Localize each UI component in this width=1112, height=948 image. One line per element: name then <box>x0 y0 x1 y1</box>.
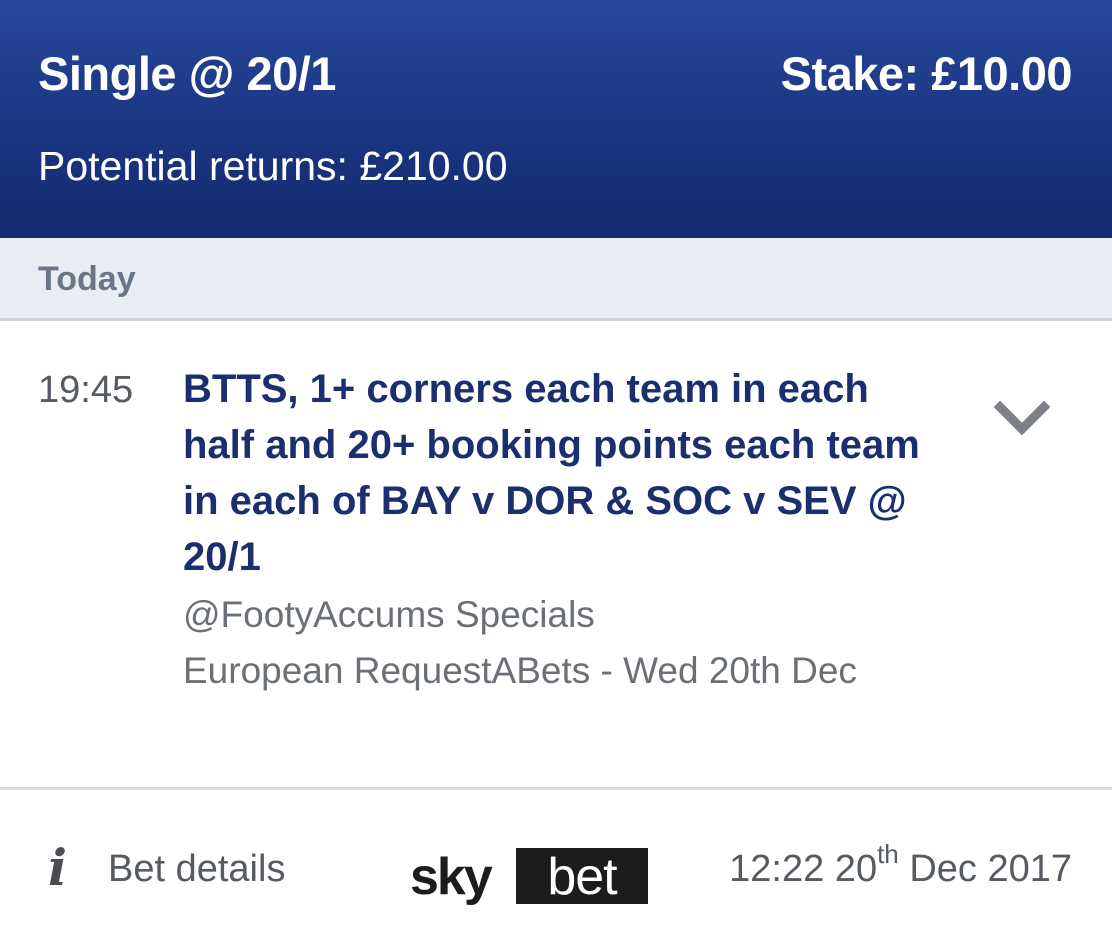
bet-selection-row[interactable]: 19:45 BTTS, 1+ corners each team in each… <box>0 321 1112 790</box>
bet-timestamp: 12:22 20th Dec 2017 <box>729 841 1072 891</box>
market-line-2: European RequestABets - Wed 20th Dec <box>183 650 857 691</box>
logo-bet-box: bet <box>516 848 648 904</box>
logo-bet-text: bet <box>547 848 617 906</box>
market-description: @FootyAccums Specials European RequestAB… <box>183 587 903 699</box>
timestamp-date: Dec 2017 <box>898 848 1072 890</box>
bet-summary-header: Single @ 20/1 Stake: £10.00 Potential re… <box>0 0 1112 238</box>
timestamp-ordinal: th <box>877 839 899 869</box>
selection-title: BTTS, 1+ corners each team in each half … <box>183 367 920 579</box>
timestamp-time: 12:22 20 <box>729 848 878 890</box>
bet-type-label: Single @ 20/1 <box>38 47 336 100</box>
potential-returns-label: Potential returns: £210.00 <box>38 143 508 189</box>
skybet-logo: sky bet <box>406 848 648 904</box>
chevron-down-icon[interactable] <box>992 399 1052 439</box>
day-label: Today <box>38 260 136 298</box>
info-icon[interactable]: i <box>48 838 67 898</box>
logo-sky-text: sky <box>410 848 493 906</box>
market-line-1: @FootyAccums Specials <box>183 594 595 635</box>
event-time: 19:45 <box>38 369 134 411</box>
stake-label: Stake: £10.00 <box>780 47 1073 100</box>
day-section-header: Today <box>0 238 1112 321</box>
bet-details-link[interactable]: Bet details <box>108 848 285 891</box>
bet-footer: i Bet details sky bet 12:22 20th Dec 201… <box>0 790 1112 948</box>
